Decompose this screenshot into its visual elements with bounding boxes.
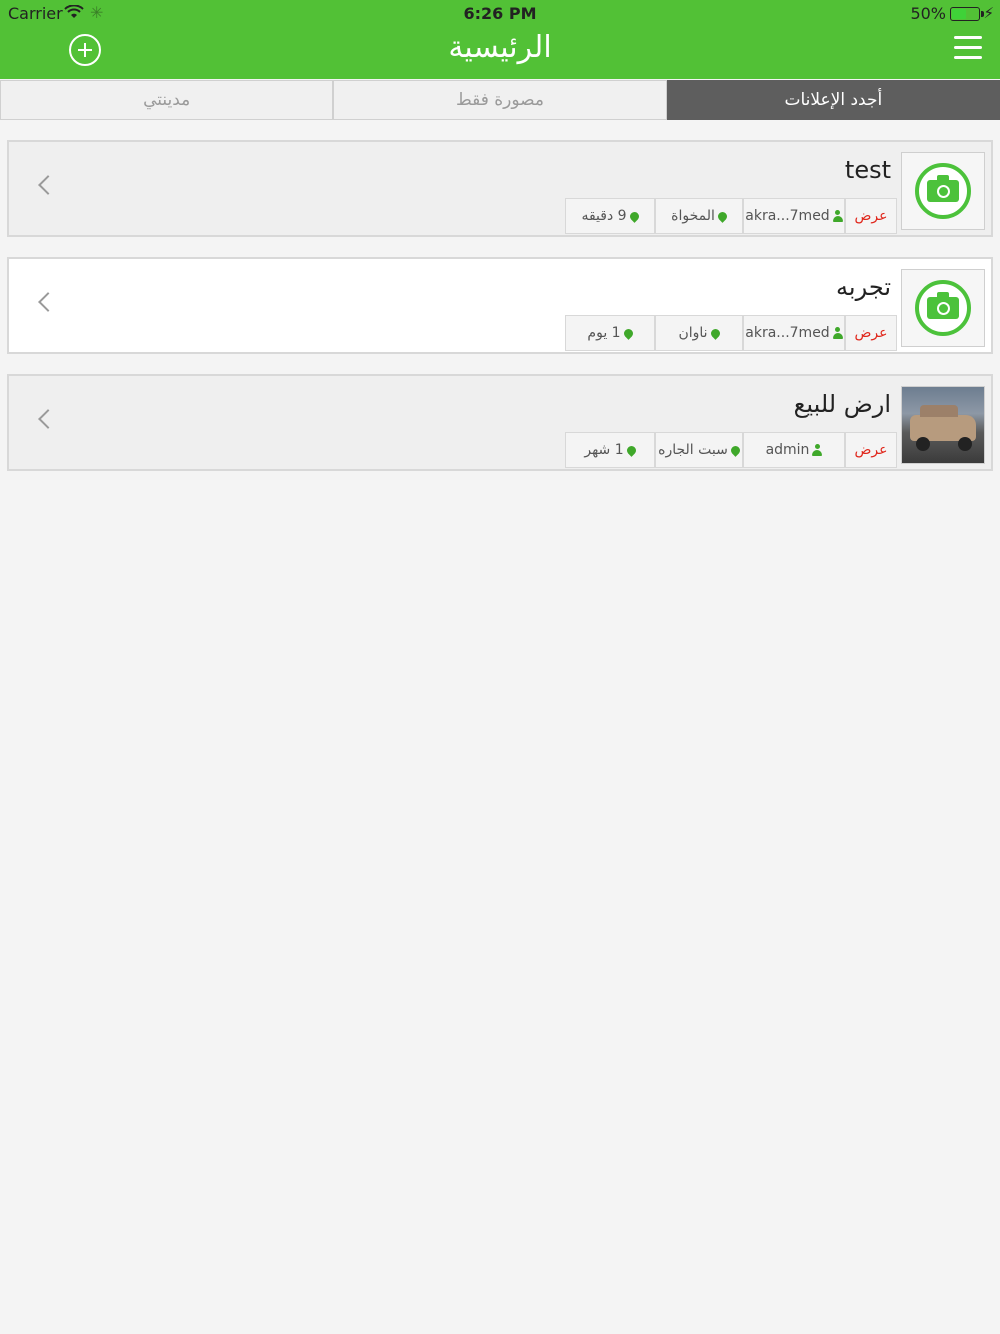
age-text: 9 دقيقه (581, 208, 627, 224)
user-name: akra...7med (745, 208, 830, 224)
tab-bar: مدينتي مصورة فقط أجدد الإعلانات (0, 80, 1000, 120)
chevron-left-icon (38, 175, 58, 195)
page-title: الرئيسية (448, 30, 552, 65)
ad-title: test (844, 156, 891, 184)
age-text: 1 شهر (584, 442, 624, 458)
location-pin-icon (624, 443, 638, 457)
status-bar: Carrier ✳ 6:26 PM 50% ⚡ (0, 0, 1000, 28)
camera-placeholder-icon (915, 163, 971, 219)
view-link[interactable]: عرض (845, 315, 897, 351)
ad-meta: عرض admin سبت الجاره 1 شهر (565, 432, 897, 468)
view-link[interactable]: عرض (845, 198, 897, 234)
ad-age: 1 شهر (565, 432, 655, 468)
location-pin-icon (708, 326, 722, 340)
battery-icon (950, 7, 984, 21)
view-link[interactable]: عرض (845, 432, 897, 468)
age-text: 1 يوم (587, 325, 621, 341)
ad-thumbnail (901, 386, 985, 464)
battery-percentage: 50% (910, 4, 946, 23)
tab-photos-only[interactable]: مصورة فقط (333, 80, 667, 120)
status-time: 6:26 PM (463, 4, 537, 23)
top-bar: Carrier ✳ 6:26 PM 50% ⚡ الرئيسية (0, 0, 1000, 79)
tab-latest-ads[interactable]: أجدد الإعلانات (666, 80, 1000, 120)
location-pin-icon (627, 209, 641, 223)
tab-my-city[interactable]: مدينتي (0, 80, 334, 120)
ad-meta: عرض akra...7med ناوان 1 يوم (565, 315, 897, 351)
ad-user: akra...7med (743, 315, 845, 351)
ad-thumbnail (901, 152, 985, 230)
camera-placeholder-icon (915, 280, 971, 336)
ad-user: akra...7med (743, 198, 845, 234)
user-name: admin (765, 442, 810, 458)
location-pin-icon (621, 326, 635, 340)
ad-card[interactable]: test عرض akra...7med المخواة 9 دقيقه (7, 140, 993, 237)
ad-card[interactable]: ارض للبيع عرض admin سبت الجاره 1 شهر (7, 374, 993, 471)
ad-age: 1 يوم (565, 315, 655, 351)
ad-card[interactable]: تجربه عرض akra...7med ناوان 1 يوم (7, 257, 993, 354)
menu-button[interactable] (954, 36, 982, 60)
location-pin-icon (728, 443, 742, 457)
chevron-left-icon (38, 409, 58, 429)
ad-location: ناوان (655, 315, 743, 351)
ad-thumbnail (901, 269, 985, 347)
ad-user: admin (743, 432, 845, 468)
charging-icon: ⚡ (983, 4, 994, 22)
ad-location: سبت الجاره (655, 432, 743, 468)
ad-age: 9 دقيقه (565, 198, 655, 234)
ad-title: تجربه (836, 273, 891, 301)
user-name: akra...7med (745, 325, 830, 341)
car-photo (902, 387, 984, 463)
ad-location: المخواة (655, 198, 743, 234)
user-icon (832, 327, 843, 339)
user-icon (832, 210, 843, 222)
location-pin-icon (716, 209, 729, 223)
location-name: المخواة (671, 208, 715, 224)
ad-meta: عرض akra...7med المخواة 9 دقيقه (565, 198, 897, 234)
chevron-left-icon (38, 292, 58, 312)
location-name: ناوان (678, 325, 708, 341)
ad-title: ارض للبيع (793, 390, 891, 418)
location-name: سبت الجاره (658, 442, 728, 458)
user-icon (812, 444, 823, 456)
